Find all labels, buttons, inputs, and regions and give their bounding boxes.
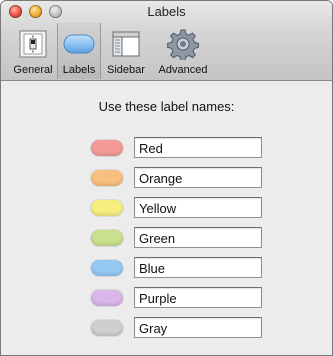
label-row-purple [91,287,262,309]
red-label-field[interactable] [134,137,262,158]
orange-label-field[interactable] [134,167,262,188]
toolbar-item-sidebar[interactable]: Sidebar [101,23,151,79]
preferences-window: Labels General Labels Sidebar Advanced U… [0,0,333,356]
red-swatch [91,140,123,156]
labels-pane: Use these label names: [1,81,332,355]
toolbar-item-label: Advanced [158,64,208,76]
label-row-green [91,227,262,249]
gray-label-field[interactable] [134,317,262,338]
orange-swatch [91,170,123,186]
toolbar-item-label: Labels [62,64,96,76]
purple-swatch [91,290,123,306]
light-switch-icon [16,28,50,60]
gray-swatch [91,320,123,336]
preferences-toolbar: General Labels Sidebar Advanced [9,23,215,79]
blue-swatch [91,260,123,276]
label-row-gray [91,317,262,339]
instruction-text: Use these label names: [98,99,235,114]
label-pill-icon [62,28,96,60]
label-row-yellow [91,197,262,219]
yellow-swatch [91,200,123,216]
titlebar-toolbar: Labels General Labels Sidebar Advanced [1,1,332,81]
sidebar-window-icon [109,28,143,60]
label-row-orange [91,167,262,189]
purple-label-field[interactable] [134,287,262,308]
window-title: Labels [147,4,186,19]
gear-icon [166,28,200,60]
toolbar-item-label: General [13,64,53,76]
label-row-red [91,137,262,159]
toolbar-item-label: Sidebar [107,64,145,76]
blue-label-field[interactable] [134,257,262,278]
toolbar-item-general[interactable]: General [9,23,57,79]
green-swatch [91,230,123,246]
toolbar-item-labels[interactable]: Labels [57,23,101,79]
toolbar-item-advanced[interactable]: Advanced [151,23,215,79]
label-row-blue [91,257,262,279]
green-label-field[interactable] [134,227,262,248]
yellow-label-field[interactable] [134,197,262,218]
